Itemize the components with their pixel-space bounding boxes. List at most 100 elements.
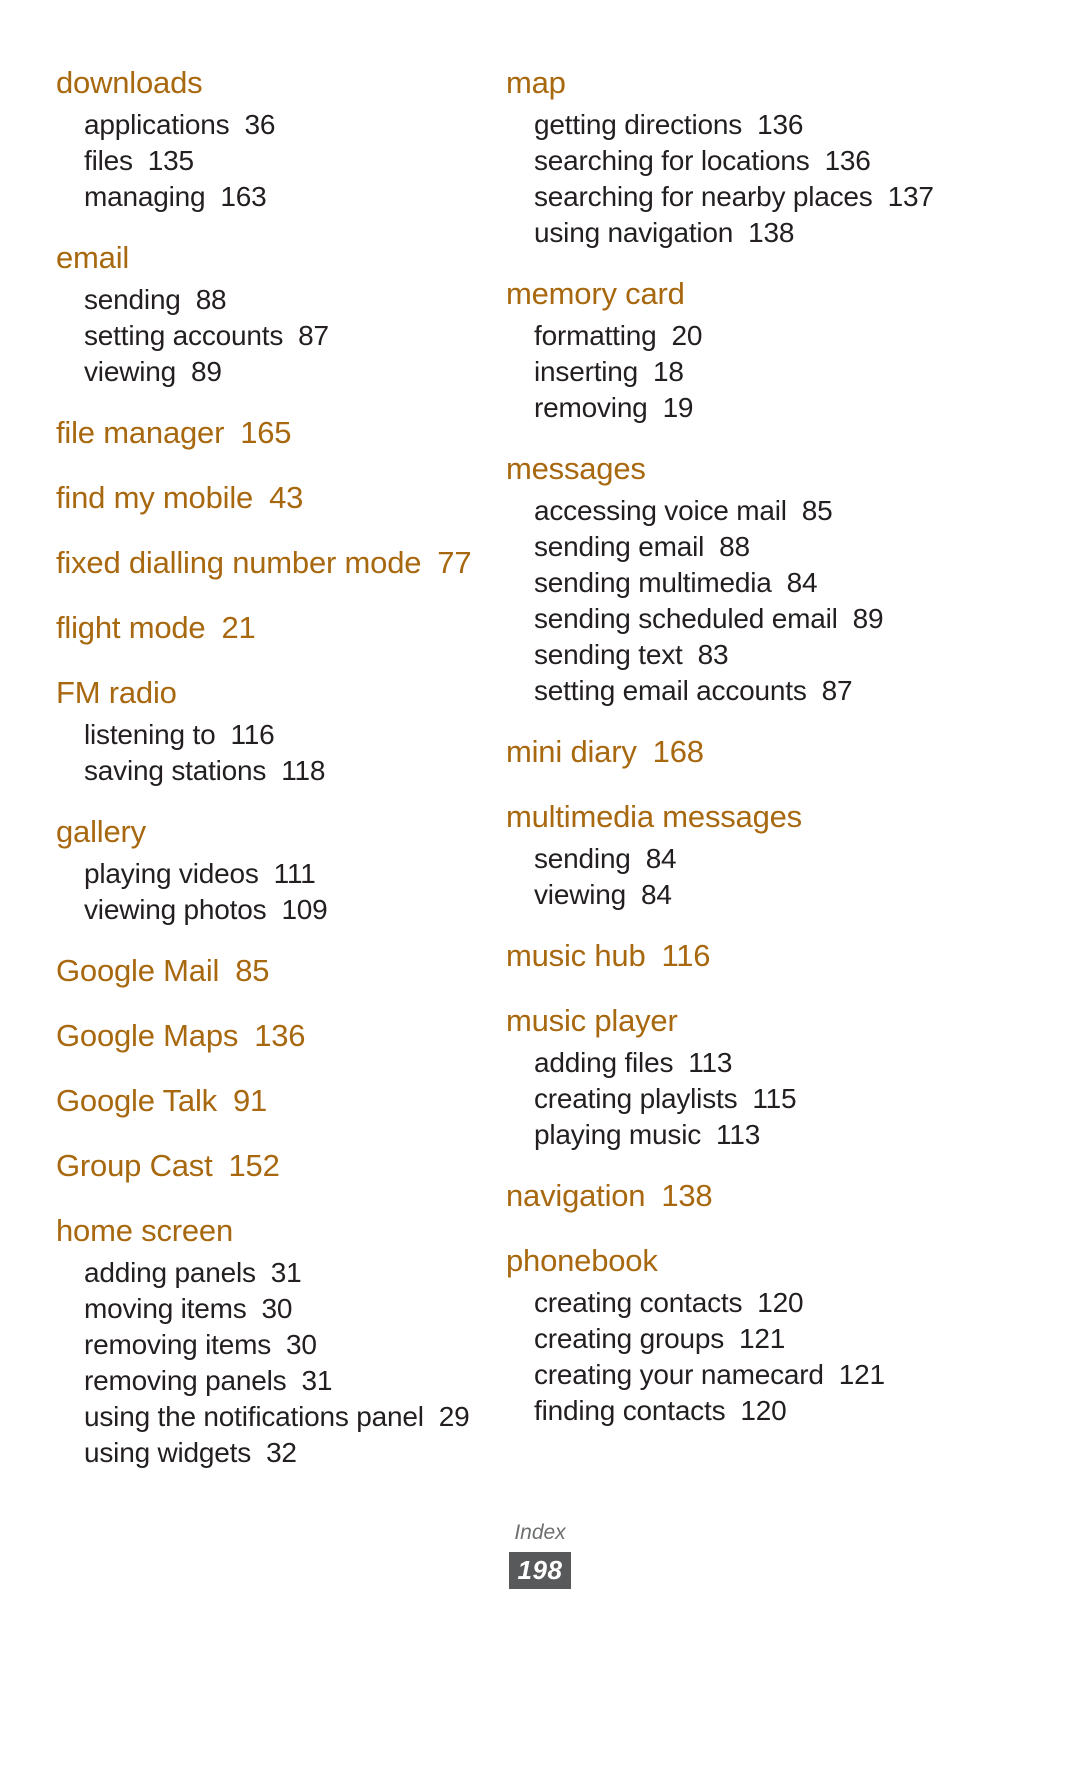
index-heading[interactable]: phonebook (506, 1238, 936, 1283)
index-entry-group: navigation 138 (506, 1173, 936, 1218)
index-entry-group: home screen adding panels 31 moving items 30… (56, 1208, 486, 1471)
index-heading[interactable]: multimedia messages (506, 794, 936, 839)
index-subentry[interactable]: managing 163 (56, 179, 486, 215)
index-subentry[interactable]: adding files 113 (506, 1045, 936, 1081)
index-subentry-page-number: 116 (230, 719, 275, 750)
index-subentry[interactable]: sending 88 (56, 282, 486, 318)
index-subentry-page-number: 30 (261, 1293, 293, 1324)
index-subentry[interactable]: playing videos 111 (56, 856, 486, 892)
index-entry-group: Google Talk 91 (56, 1078, 486, 1123)
index-heading[interactable]: mini diary 168 (506, 729, 936, 774)
index-heading[interactable]: map (506, 60, 936, 105)
index-heading-page-number: 77 (437, 545, 472, 580)
index-heading[interactable]: Google Maps 136 (56, 1013, 486, 1058)
index-heading[interactable]: Google Talk 91 (56, 1078, 486, 1123)
index-subentry[interactable]: sending multimedia 84 (506, 565, 936, 601)
index-subentry[interactable]: finding contacts 120 (506, 1393, 936, 1429)
index-heading[interactable]: music hub 116 (506, 933, 936, 978)
index-heading[interactable]: fixed dialling number mode 77 (56, 540, 486, 585)
index-heading[interactable]: Group Cast 152 (56, 1143, 486, 1188)
index-entry-group: map getting directions 136 searching for lo… (506, 60, 936, 251)
index-subentry-page-number: 118 (281, 755, 326, 786)
index-subentry[interactable]: using navigation 138 (506, 215, 936, 251)
index-heading[interactable]: downloads (56, 60, 486, 105)
index-heading-page-number: 152 (228, 1148, 280, 1183)
index-heading[interactable]: music player (506, 998, 936, 1043)
index-subentry[interactable]: creating your namecard 121 (506, 1357, 936, 1393)
index-subentry[interactable]: listening to 116 (56, 717, 486, 753)
index-heading-label: fixed dialling number mode (56, 545, 422, 580)
index-subentry-label: searching for locations (534, 145, 810, 176)
index-heading-label: memory card (506, 276, 685, 311)
index-heading-label: file manager (56, 415, 225, 450)
index-subentry[interactable]: sending scheduled email 89 (506, 601, 936, 637)
index-heading-label: map (506, 65, 566, 100)
index-subentry[interactable]: creating playlists 115 (506, 1081, 936, 1117)
index-subentry[interactable]: creating contacts 120 (506, 1285, 936, 1321)
index-heading[interactable]: Google Mail 85 (56, 948, 486, 993)
index-heading-page-number: 165 (240, 415, 292, 450)
index-heading[interactable]: gallery (56, 809, 486, 854)
index-subentry[interactable]: saving stations 118 (56, 753, 486, 789)
index-subentry[interactable]: inserting 18 (506, 354, 936, 390)
index-heading[interactable]: email (56, 235, 486, 280)
index-subentry[interactable]: getting directions 136 (506, 107, 936, 143)
index-subentry[interactable]: sending 84 (506, 841, 936, 877)
index-subentry[interactable]: creating groups 121 (506, 1321, 936, 1357)
index-heading-label: mini diary (506, 734, 637, 769)
index-subentry-page-number: 136 (757, 109, 804, 140)
index-subentry-label: moving items (84, 1293, 247, 1324)
index-subentry-label: sending text (534, 639, 683, 670)
index-subentry-label: creating your namecard (534, 1359, 824, 1390)
index-subentry-page-number: 31 (270, 1257, 302, 1288)
index-subentry-label: saving stations (84, 755, 267, 786)
index-subentry[interactable]: viewing 84 (506, 877, 936, 913)
index-subentry[interactable]: removing panels 31 (56, 1363, 486, 1399)
index-subentry[interactable]: accessing voice mail 85 (506, 493, 936, 529)
index-subentry[interactable]: moving items 30 (56, 1291, 486, 1327)
index-subentry-page-number: 89 (190, 356, 222, 387)
index-subentry[interactable]: playing music 113 (506, 1117, 936, 1153)
index-subentry[interactable]: searching for nearby places 137 (506, 179, 936, 215)
index-heading[interactable]: home screen (56, 1208, 486, 1253)
index-subentry-label: adding files (534, 1047, 674, 1078)
index-subentry-page-number: 136 (824, 145, 871, 176)
index-heading[interactable]: FM radio (56, 670, 486, 715)
index-subentry-label: accessing voice mail (534, 495, 787, 526)
index-heading[interactable]: memory card (506, 271, 936, 316)
index-heading[interactable]: messages (506, 446, 936, 491)
index-subentry[interactable]: applications 36 (56, 107, 486, 143)
index-subentry-label: sending (534, 843, 631, 874)
index-heading[interactable]: file manager 165 (56, 410, 486, 455)
index-subentry[interactable]: using the notifications panel 29 (56, 1399, 486, 1435)
index-subentry[interactable]: adding panels 31 (56, 1255, 486, 1291)
index-heading-label: Google Talk (56, 1083, 217, 1118)
index-subentry-page-number: 121 (739, 1323, 786, 1354)
index-subentry-page-number: 120 (740, 1395, 787, 1426)
index-heading-label: downloads (56, 65, 203, 100)
index-subentry-page-number: 87 (298, 320, 329, 351)
index-subentry-label: playing music (534, 1119, 702, 1150)
index-subentry[interactable]: sending email 88 (506, 529, 936, 565)
index-subentry-label: searching for nearby places (534, 181, 873, 212)
index-subentry[interactable]: removing items 30 (56, 1327, 486, 1363)
index-subentry[interactable]: viewing photos 109 (56, 892, 486, 928)
index-subentry[interactable]: sending text 83 (506, 637, 936, 673)
index-heading[interactable]: navigation 138 (506, 1173, 936, 1218)
index-subentry[interactable]: formatting 20 (506, 318, 936, 354)
index-subentry[interactable]: searching for locations 136 (506, 143, 936, 179)
index-subentry-label: listening to (84, 719, 216, 750)
index-heading[interactable]: find my mobile 43 (56, 475, 486, 520)
index-subentry[interactable]: files 135 (56, 143, 486, 179)
index-heading[interactable]: flight mode 21 (56, 605, 486, 650)
index-heading-page-number: 136 (254, 1018, 306, 1053)
index-subentry[interactable]: setting email accounts 87 (506, 673, 936, 709)
index-subentry-page-number: 113 (688, 1047, 733, 1078)
index-subentry-page-number: 109 (281, 894, 328, 925)
index-subentry[interactable]: using widgets 32 (56, 1435, 486, 1471)
index-subentry[interactable]: viewing 89 (56, 354, 486, 390)
index-subentry[interactable]: removing 19 (506, 390, 936, 426)
index-entry-group: FM radio listening to 116 saving stations 11… (56, 670, 486, 789)
index-subentry[interactable]: setting accounts 87 (56, 318, 486, 354)
index-columns: downloads applications 36 files 135 managing 1… (56, 60, 1024, 1471)
